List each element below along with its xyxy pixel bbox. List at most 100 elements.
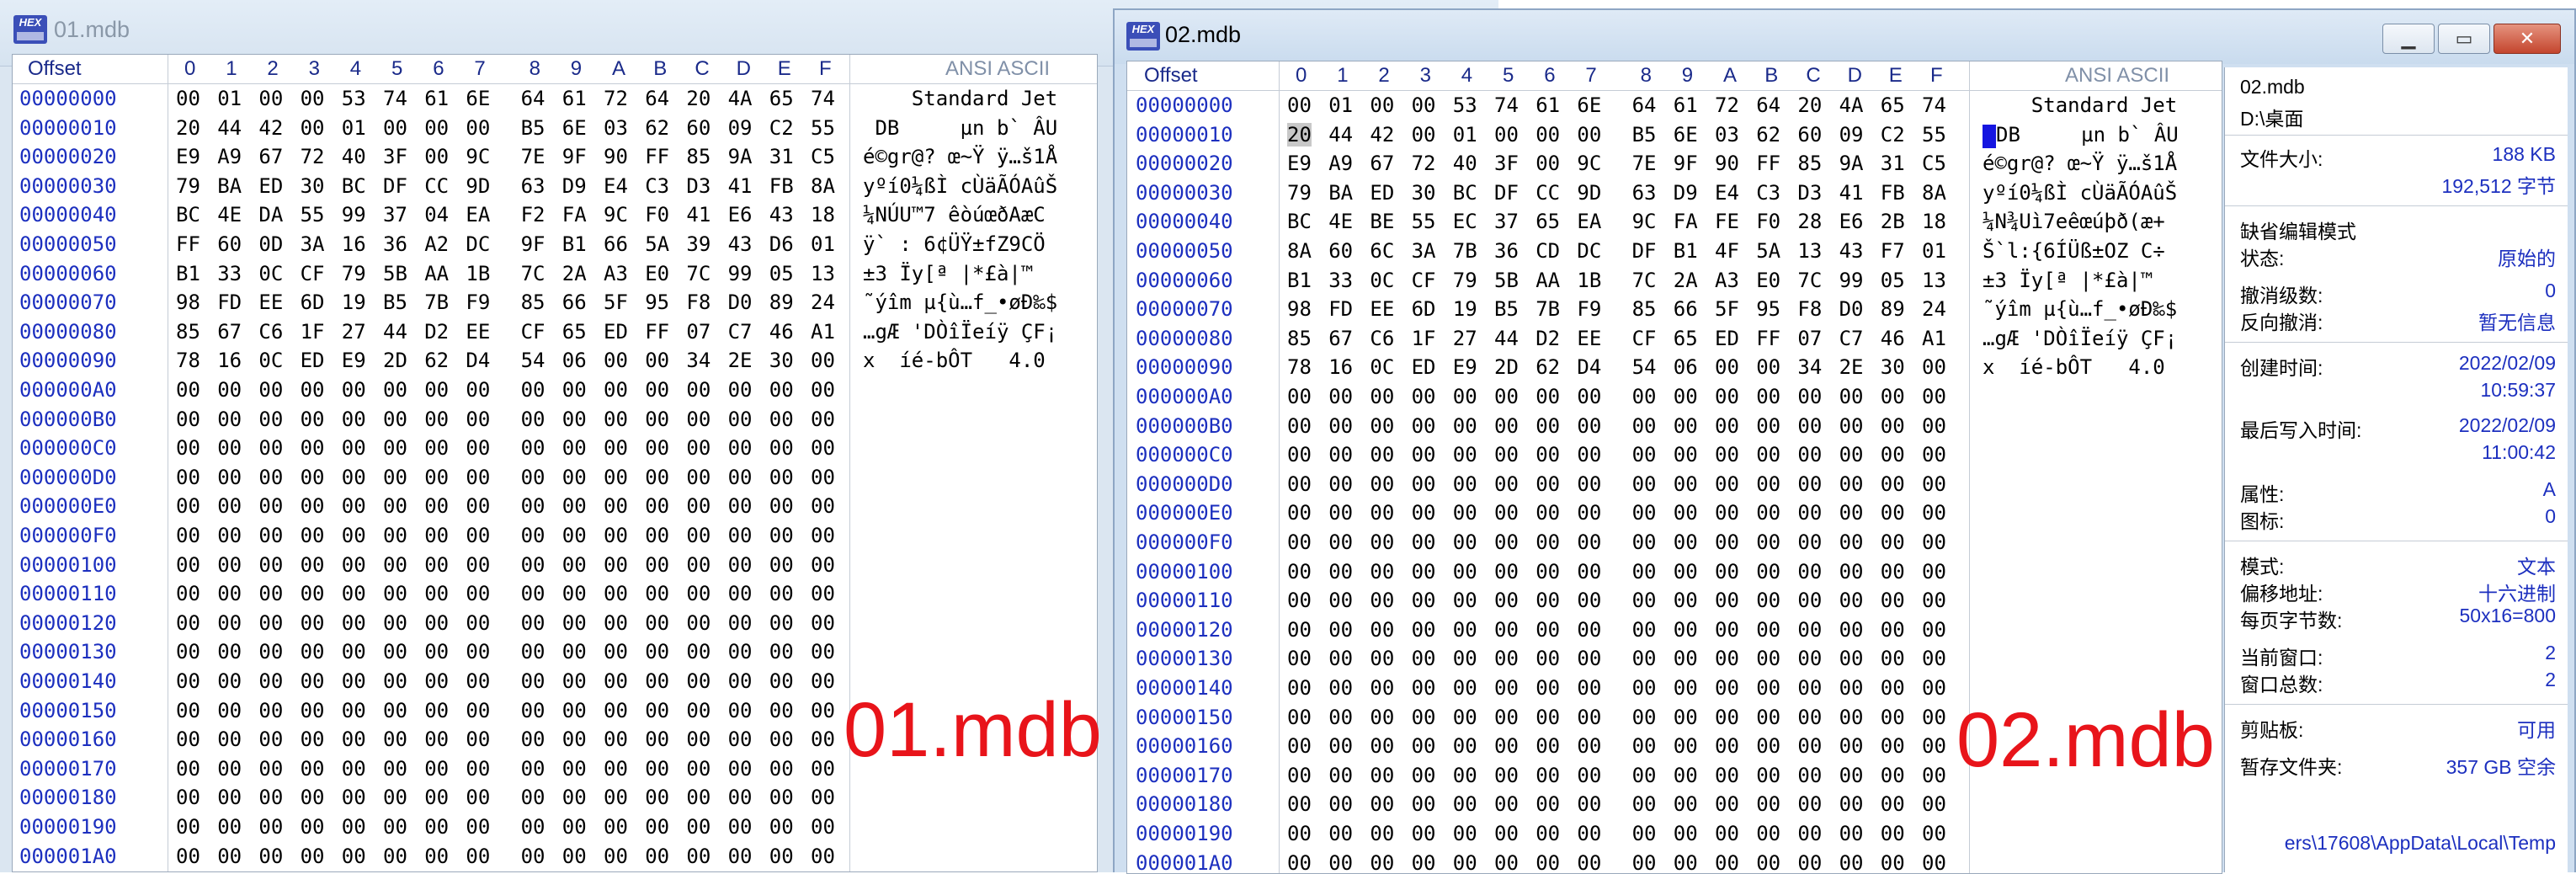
hex-byte[interactable]: 7C (686, 262, 711, 285)
hex-byte[interactable]: 00 (1797, 385, 1822, 408)
hex-byte[interactable]: EE (466, 320, 490, 344)
row-ascii[interactable]: Standard Jet (863, 87, 1057, 110)
hex-byte[interactable]: DC (1577, 239, 1601, 263)
hex-byte[interactable]: 00 (1370, 385, 1394, 408)
row-ascii[interactable]: …gÆ 'DÒîÏeíÿ ÇF¡ (1983, 327, 2177, 350)
hex-byte[interactable]: 00 (258, 524, 283, 547)
hex-byte[interactable]: 00 (176, 378, 200, 402)
hex-byte[interactable]: 00 (1797, 501, 1822, 525)
hex-byte[interactable]: 00 (1881, 764, 1905, 787)
hex-byte[interactable]: 30 (1881, 355, 1905, 379)
hex-byte[interactable]: 74 (1922, 93, 1946, 117)
hex-byte[interactable]: 00 (1632, 734, 1657, 758)
hex-byte[interactable]: 00 (562, 786, 587, 809)
hex-byte[interactable]: 6D (1412, 297, 1436, 321)
hex-byte[interactable]: B5 (1632, 123, 1657, 147)
hex-byte[interactable]: 00 (1535, 501, 1560, 525)
hex-byte[interactable]: 00 (769, 408, 794, 431)
hex-byte[interactable]: 00 (1453, 385, 1477, 408)
hex-byte[interactable]: 00 (1922, 530, 1946, 554)
hex-byte[interactable]: 00 (424, 408, 449, 431)
hex-byte[interactable]: 72 (1715, 93, 1739, 117)
hex-byte[interactable]: 3F (383, 145, 407, 168)
hex-byte[interactable]: 00 (562, 466, 587, 489)
hex-byte[interactable]: 00 (1922, 851, 1946, 873)
hex-byte[interactable]: 00 (258, 699, 283, 722)
hex-byte[interactable]: 00 (301, 757, 325, 781)
hex-byte[interactable]: E0 (1756, 269, 1780, 292)
hex-byte[interactable]: 63 (521, 174, 546, 198)
hex-byte[interactable]: 00 (342, 699, 366, 722)
hex-byte[interactable]: 9A (728, 145, 753, 168)
hex-byte[interactable]: 00 (1577, 530, 1601, 554)
hex-byte[interactable]: 00 (728, 727, 753, 751)
hex-byte[interactable]: 2E (728, 349, 753, 372)
hex-byte[interactable]: 18 (1922, 210, 1946, 233)
hex-byte[interactable]: 00 (424, 378, 449, 402)
hex-byte[interactable]: 00 (301, 553, 325, 577)
hex-byte[interactable]: 00 (1881, 472, 1905, 496)
hex-byte[interactable]: 00 (1494, 792, 1519, 816)
hex-byte[interactable]: 00 (1287, 734, 1312, 758)
hex-byte[interactable]: 72 (1412, 152, 1436, 175)
hex-byte[interactable]: 00 (521, 757, 546, 781)
hex-byte[interactable]: 00 (1453, 530, 1477, 554)
hex-byte[interactable]: 78 (1287, 355, 1312, 379)
hex-row[interactable]: 000000A0 00 00 00 00 00 00 00 00 00 00 00 00 00 00 00 00 (13, 376, 1097, 405)
hex-byte[interactable]: 00 (728, 699, 753, 722)
hex-byte[interactable]: 00 (728, 408, 753, 431)
hex-byte[interactable]: 00 (424, 436, 449, 460)
hex-byte[interactable]: 00 (645, 786, 669, 809)
hex-byte[interactable]: 3F (1494, 152, 1519, 175)
hex-byte[interactable]: 00 (686, 436, 711, 460)
hex-byte[interactable]: 00 (424, 786, 449, 809)
hex-byte[interactable]: 00 (1577, 851, 1601, 873)
hex-byte[interactable]: 00 (562, 524, 587, 547)
hex-byte[interactable]: 00 (1839, 530, 1864, 554)
row-ascii[interactable]: ¼N¾Uì7eêœúþð(æ+ (1983, 210, 2165, 233)
hex-byte[interactable]: 00 (521, 669, 546, 693)
hex-byte[interactable]: 00 (1632, 618, 1657, 642)
hex-byte[interactable]: 79 (342, 262, 366, 285)
hex-byte[interactable]: BA (1328, 181, 1353, 205)
hex-byte[interactable]: 00 (466, 611, 490, 635)
hex-byte[interactable]: 00 (176, 611, 200, 635)
hex-byte[interactable]: 00 (1674, 706, 1698, 729)
hex-byte[interactable]: 89 (769, 290, 794, 314)
hex-byte[interactable]: CF (521, 320, 546, 344)
row-ascii[interactable]: ±3 Ïy[ª |*£à|™ (863, 262, 1033, 285)
hex-byte[interactable]: 00 (769, 466, 794, 489)
hex-byte[interactable]: 00 (383, 466, 407, 489)
hex-byte[interactable]: 24 (1922, 297, 1946, 321)
hex-byte[interactable]: ED (258, 174, 283, 198)
hex-byte[interactable]: 00 (811, 466, 835, 489)
hex-byte[interactable]: 00 (728, 378, 753, 402)
hex-byte[interactable]: 00 (1328, 792, 1353, 816)
hex-byte[interactable]: 79 (176, 174, 200, 198)
hex-row[interactable]: 00000120 00 00 00 00 00 00 00 00 00 00 00 00 00 00 00 00 (1127, 616, 2222, 645)
hex-byte[interactable]: 00 (1756, 706, 1780, 729)
hex-byte[interactable]: 00 (301, 815, 325, 839)
hex-byte[interactable]: 00 (1412, 414, 1436, 438)
hex-byte[interactable]: 99 (342, 203, 366, 226)
row-ascii[interactable]: é©gr@? œ~Ÿ ÿ…š1Å (1983, 152, 2177, 175)
hex-byte[interactable]: 00 (521, 408, 546, 431)
hex-byte[interactable]: 00 (424, 524, 449, 547)
hex-byte[interactable]: 00 (811, 408, 835, 431)
hex-byte[interactable]: C2 (1881, 123, 1905, 147)
hex-byte[interactable]: 60 (1328, 239, 1353, 263)
hex-row[interactable]: 00000070 98 FD EE 6D 19 B5 7B F9 85 66 5F 95 F8 D0 89 24… (13, 289, 1097, 317)
hex-byte[interactable]: C6 (258, 320, 283, 344)
hex-byte[interactable]: 60 (1797, 123, 1822, 147)
hex-byte[interactable]: 00 (1797, 706, 1822, 729)
hex-byte[interactable]: 00 (1412, 472, 1436, 496)
hex-byte[interactable]: C6 (1370, 327, 1394, 350)
hex-byte[interactable]: 00 (1453, 822, 1477, 845)
row-ascii[interactable]: yºí0¼ßÌ cÙäÃÓAûŠ (863, 174, 1057, 198)
hex-row[interactable]: 000001A0 00 00 00 00 00 00 00 00 00 00 00 00 00 00 00 00 (13, 843, 1097, 871)
hex-byte[interactable]: 00 (728, 640, 753, 663)
hex-byte[interactable]: 00 (383, 640, 407, 663)
hex-byte[interactable]: 00 (686, 640, 711, 663)
hex-byte[interactable]: 98 (1287, 297, 1312, 321)
hex-byte[interactable]: 00 (1839, 560, 1864, 584)
